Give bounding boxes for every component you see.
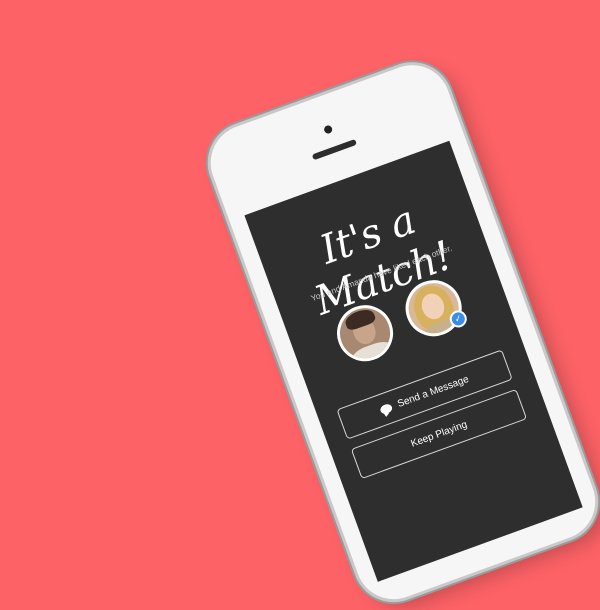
earpiece-speaker <box>311 138 358 161</box>
match-screen: It's a Match! You and Amanda have liked … <box>244 140 583 582</box>
keep-playing-label: Keep Playing <box>409 418 469 450</box>
front-camera <box>323 124 334 135</box>
chat-bubble-icon <box>379 402 394 415</box>
phone-body: It's a Match! You and Amanda have liked … <box>200 54 600 610</box>
phone: It's a Match! You and Amanda have liked … <box>200 54 600 610</box>
send-message-label: Send a Message <box>395 373 471 410</box>
